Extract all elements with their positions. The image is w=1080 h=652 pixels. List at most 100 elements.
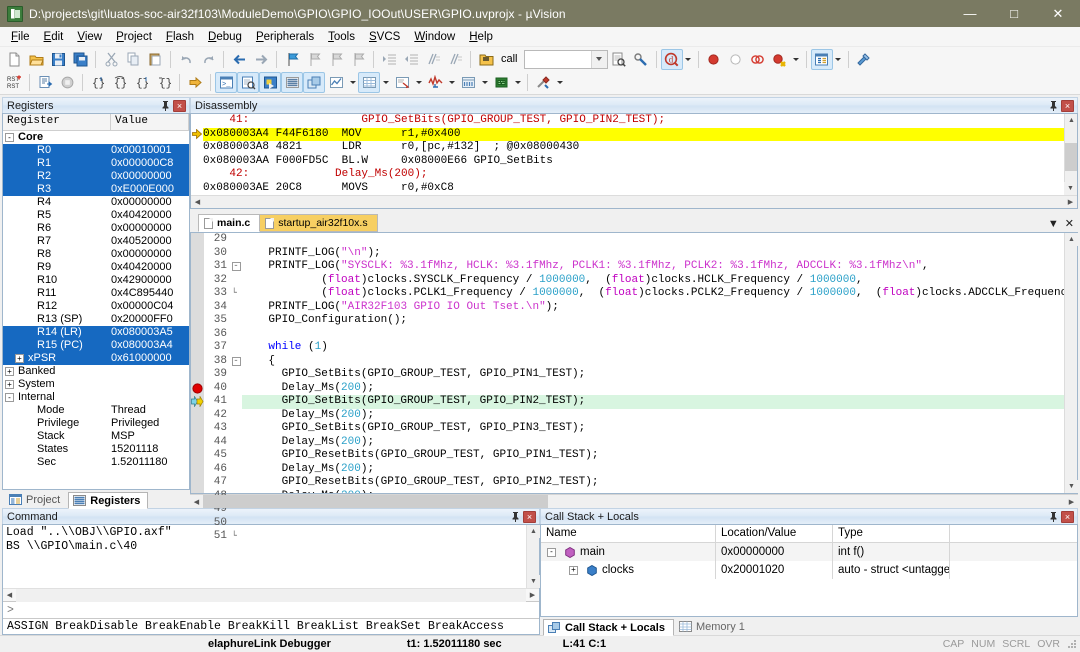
- step-into-button[interactable]: {}: [87, 72, 109, 93]
- pin-icon[interactable]: [1047, 100, 1059, 112]
- code-line[interactable]: Delay_Ms(200);: [242, 463, 1064, 477]
- tree-collapse-icon[interactable]: -: [547, 547, 556, 557]
- tree-expand-icon[interactable]: +: [15, 354, 24, 363]
- code-line[interactable]: GPIO_SetBits(GPIO_GROUP_TEST, GPIO_PIN1_…: [242, 368, 1064, 382]
- disassembly-instruction-line[interactable]: 0x080003AE 20C8 MOVS r0,#0xC8: [203, 182, 1077, 196]
- symbols-window-button[interactable]: [259, 72, 281, 93]
- fold-marker[interactable]: [230, 314, 242, 328]
- registers-tree[interactable]: - Core R0 0x00010001 R1 0x000000C8 R2 0x0000000…: [3, 131, 189, 489]
- command-vertical-scrollbar[interactable]: ▲ ▼: [526, 525, 540, 588]
- register-row[interactable]: - Core: [3, 131, 189, 144]
- scroll-down-icon[interactable]: ▼: [1065, 480, 1078, 493]
- tab-list-dropdown-icon[interactable]: ▼: [1048, 218, 1059, 230]
- configure-target-button[interactable]: [853, 49, 875, 70]
- disassembly-horizontal-scrollbar[interactable]: ◀ ▶: [191, 195, 1077, 208]
- new-file-button[interactable]: [3, 49, 25, 70]
- system-viewer-button[interactable]: [490, 72, 512, 93]
- code-line[interactable]: GPIO_SetBits(GPIO_GROUP_TEST, GPIO_PIN2_…: [242, 395, 1064, 409]
- register-row[interactable]: R15 (PC) 0x080003A4: [3, 339, 189, 352]
- editor-tab-startup-air32f10x-s[interactable]: startup_air32f10x.s: [259, 214, 378, 232]
- tools-button[interactable]: [532, 72, 554, 93]
- trace-dropdown-icon[interactable]: [479, 72, 490, 93]
- fold-marker[interactable]: -: [230, 355, 242, 369]
- disable-breakpoint-button[interactable]: [747, 49, 769, 70]
- scroll-down-icon[interactable]: ▼: [1064, 182, 1077, 195]
- fold-marker[interactable]: [230, 436, 242, 450]
- registers-window-button[interactable]: [281, 72, 303, 93]
- start-stop-debug-button[interactable]: d: [660, 48, 683, 70]
- tree-collapse-icon[interactable]: -: [5, 133, 14, 142]
- register-row[interactable]: Mode Thread: [3, 404, 189, 417]
- callstack-column-header[interactable]: Type: [833, 525, 950, 542]
- memory-window-button[interactable]: [358, 72, 380, 93]
- toggle-bookmark-button[interactable]: [281, 49, 303, 70]
- paste-button[interactable]: [144, 49, 166, 70]
- editor-horizontal-scrollbar[interactable]: ◀ ▶: [190, 494, 1078, 508]
- command-window-button[interactable]: >_: [215, 72, 237, 93]
- menu-item-window[interactable]: Window: [407, 29, 462, 45]
- code-line[interactable]: [242, 328, 1064, 342]
- menu-item-flash[interactable]: Flash: [159, 29, 201, 45]
- uncomment-lines-button[interactable]: [444, 49, 466, 70]
- outdent-button[interactable]: [400, 49, 422, 70]
- menu-item-svcs[interactable]: SVCS: [362, 29, 407, 45]
- callstack-column-header[interactable]: Name: [541, 525, 716, 542]
- breakpoint-gutter-cell[interactable]: [191, 328, 204, 342]
- register-row[interactable]: Stack MSP: [3, 430, 189, 443]
- code-line[interactable]: [242, 233, 1064, 247]
- hscroll-track[interactable]: [16, 588, 526, 602]
- breakpoint-gutter-cell[interactable]: [191, 409, 204, 423]
- code-line[interactable]: GPIO_ResetBits(GPIO_GROUP_TEST, GPIO_PIN…: [242, 476, 1064, 490]
- fold-marker[interactable]: [230, 341, 242, 355]
- close-icon[interactable]: ×: [1061, 510, 1074, 523]
- tree-expand-icon[interactable]: +: [5, 367, 14, 376]
- editor-fold-margin[interactable]: - └ - └: [230, 233, 242, 541]
- code-line[interactable]: GPIO_ResetBits(GPIO_GROUP_TEST, GPIO_PIN…: [242, 449, 1064, 463]
- breakpoint-gutter-cell[interactable]: [191, 368, 204, 382]
- code-line[interactable]: GPIO_Configuration();: [242, 314, 1064, 328]
- tools-dropdown-icon[interactable]: [554, 72, 565, 93]
- next-bookmark-button[interactable]: [303, 49, 325, 70]
- scroll-up-icon[interactable]: ▲: [1065, 233, 1078, 246]
- register-row[interactable]: R6 0x00000000: [3, 222, 189, 235]
- breakpoint-gutter-cell[interactable]: [191, 341, 204, 355]
- left-tab-project[interactable]: Project: [4, 491, 69, 508]
- code-line[interactable]: Delay_Ms(200);: [242, 409, 1064, 423]
- resize-grip-icon[interactable]: [1066, 638, 1078, 650]
- register-row[interactable]: R13 (SP) 0x20000FF0: [3, 313, 189, 326]
- breakpoint-gutter-cell[interactable]: [191, 449, 204, 463]
- configure-button[interactable]: [630, 49, 652, 70]
- indent-button[interactable]: [378, 49, 400, 70]
- editor-breakpoint-gutter[interactable]: [191, 233, 204, 493]
- run-button[interactable]: [34, 72, 56, 93]
- code-line[interactable]: (float)clocks.PCLK1_Frequency / 1000000,…: [242, 287, 1064, 301]
- breakpoint-gutter-cell[interactable]: [191, 476, 204, 490]
- command-input[interactable]: >: [3, 601, 539, 618]
- analysis-window-button[interactable]: [424, 72, 446, 93]
- callstack-window-button[interactable]: [303, 72, 325, 93]
- register-row[interactable]: R10 0x42900000: [3, 274, 189, 287]
- copy-button[interactable]: [122, 49, 144, 70]
- previous-bookmark-button[interactable]: [325, 49, 347, 70]
- register-row[interactable]: R11 0x4C895440: [3, 287, 189, 300]
- breakpoint-gutter-cell[interactable]: [191, 247, 204, 261]
- callstack-row[interactable]: - main 0x00000000 int f(): [541, 543, 1077, 561]
- scroll-up-icon[interactable]: ▲: [1065, 114, 1077, 127]
- disassembly-vertical-scrollbar[interactable]: ▲ ▼: [1064, 114, 1077, 195]
- system-viewer-dropdown-icon[interactable]: [512, 72, 523, 93]
- code-line[interactable]: Delay_Ms(200);: [242, 490, 1064, 494]
- redo-button[interactable]: [197, 49, 219, 70]
- menu-item-peripherals[interactable]: Peripherals: [249, 29, 321, 45]
- register-row[interactable]: R3 0xE000E000: [3, 183, 189, 196]
- fold-marker[interactable]: [230, 301, 242, 315]
- run-to-cursor-button[interactable]: {}: [153, 72, 175, 93]
- scroll-left-icon[interactable]: ◀: [3, 589, 16, 602]
- step-over-button[interactable]: {}: [109, 72, 131, 93]
- menu-item-help[interactable]: Help: [462, 29, 500, 45]
- code-line[interactable]: Delay_Ms(200);: [242, 436, 1064, 450]
- code-line[interactable]: PRINTF_LOG("SYSCLK: %3.1fMhz, HCLK: %3.1…: [242, 260, 1064, 274]
- code-line[interactable]: Delay_Ms(200);: [242, 382, 1064, 396]
- hscroll-track[interactable]: [203, 495, 1065, 508]
- fold-marker[interactable]: └: [230, 287, 242, 301]
- analysis-dropdown-icon[interactable]: [446, 72, 457, 93]
